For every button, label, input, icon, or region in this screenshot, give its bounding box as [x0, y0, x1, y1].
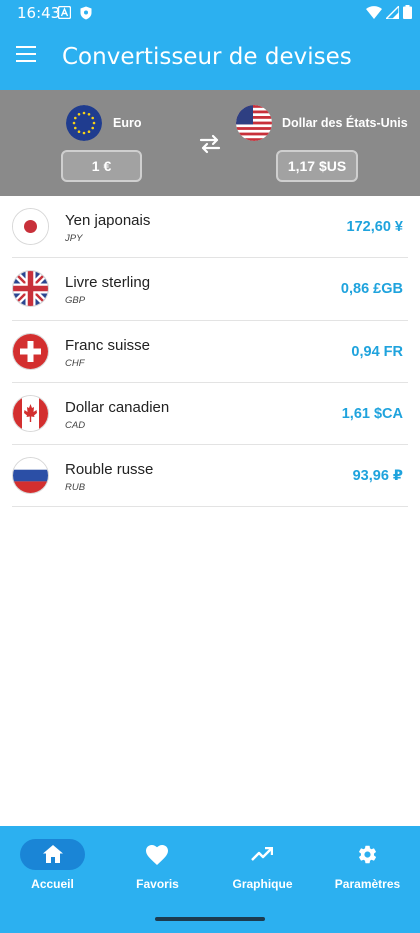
currency-code: CHF: [65, 357, 85, 369]
battery-icon: [403, 5, 412, 24]
currency-value: 172,60 ¥: [346, 219, 403, 235]
page-title: Convertisseur de devises: [62, 44, 352, 70]
currency-value: 1,61 $CA: [341, 405, 403, 422]
status-bar: 16:43: [0, 0, 420, 26]
gesture-bar[interactable]: [155, 917, 265, 921]
currency-list: Yen japonais JPY 172,60 ¥ Livre sterling…: [12, 196, 408, 508]
list-item[interactable]: Dollar canadien CAD 1,61 $CA: [12, 383, 408, 446]
heart-icon: [146, 845, 168, 870]
currency-name: Livre sterling: [65, 274, 151, 292]
gear-icon: [357, 844, 378, 870]
nav-label: Favoris: [136, 877, 179, 891]
status-indicators: [366, 3, 412, 24]
us-flag-icon[interactable]: [236, 105, 272, 141]
menu-icon-line: [16, 46, 36, 48]
currency-value: 0,86 £GB: [340, 281, 403, 298]
from-currency-name[interactable]: Euro: [113, 116, 141, 130]
nav-label: Paramètres: [334, 877, 401, 891]
status-time: 16:43: [17, 4, 61, 22]
nav-item-parametres[interactable]: Paramètres: [315, 826, 420, 906]
from-amount-input[interactable]: 1 €: [61, 150, 142, 182]
currency-code: CAD: [65, 419, 86, 431]
home-icon: [43, 845, 63, 868]
menu-button[interactable]: [16, 46, 40, 70]
nav-label: Accueil: [31, 877, 74, 891]
currency-name: Rouble russe: [65, 461, 154, 479]
signal-icon: [384, 3, 400, 24]
app-bar: Convertisseur de devises: [0, 26, 420, 90]
converter-panel: Euro 1 € Dollar des États-Unis 1,17 $US: [0, 90, 420, 196]
currency-code: JPY: [65, 233, 83, 244]
currency-value: 93,96 ₽: [352, 468, 403, 485]
currency-name: Franc suisse: [65, 336, 151, 354]
uk-flag-icon: [12, 270, 49, 308]
list-item[interactable]: Yen japonais JPY 172,60 ¥: [12, 196, 408, 259]
to-amount-field: 1,17 $US: [276, 150, 358, 182]
trending-up-icon: [251, 846, 274, 866]
shield-icon: [80, 6, 92, 25]
menu-icon-line: [16, 60, 36, 62]
nav-item-favoris[interactable]: Favoris: [105, 826, 210, 906]
list-item[interactable]: Livre sterling GBP 0,86 £GB: [12, 258, 408, 321]
nav-item-graphique[interactable]: Graphique: [210, 826, 315, 906]
to-currency-name[interactable]: Dollar des États-Unis: [282, 116, 408, 130]
menu-icon-line: [16, 53, 36, 55]
wifi-icon: [366, 5, 382, 24]
japan-flag-icon: [12, 208, 49, 245]
eu-flag-icon[interactable]: [66, 105, 102, 141]
currency-name: Yen japonais: [65, 212, 151, 229]
nav-item-accueil[interactable]: Accueil: [0, 826, 105, 906]
nav-label: Graphique: [232, 877, 293, 891]
swap-icon[interactable]: [198, 131, 222, 155]
notification-a-icon: [57, 5, 72, 24]
list-item[interactable]: Rouble russe RUB 93,96 ₽: [12, 445, 408, 508]
canada-flag-icon: [12, 394, 49, 432]
currency-value: 0,94 FR: [351, 343, 403, 360]
currency-code: RUB: [65, 482, 86, 494]
currency-code: GBP: [65, 295, 86, 307]
bottom-navigation: Accueil Favoris Graphique Paramètres: [0, 826, 420, 933]
list-item[interactable]: Franc suisse CHF 0,94 FR: [12, 321, 408, 383]
currency-name: Dollar canadien: [65, 398, 170, 416]
russia-flag-icon: [12, 457, 49, 495]
swiss-flag-icon: [12, 332, 49, 370]
